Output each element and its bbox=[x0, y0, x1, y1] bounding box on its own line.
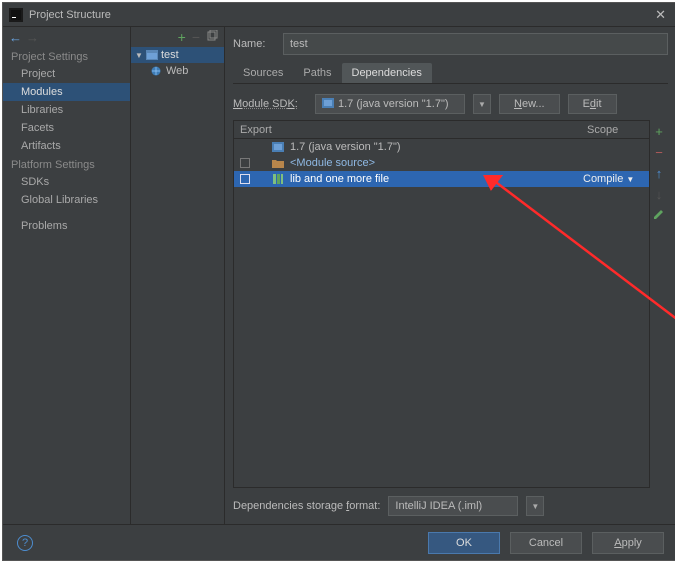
module-sdk-label: Module SDK: bbox=[233, 98, 307, 110]
nav-modules[interactable]: Modules bbox=[3, 83, 130, 101]
col-export[interactable]: Export bbox=[234, 124, 282, 136]
nav-libraries[interactable]: Libraries bbox=[3, 101, 130, 119]
project-structure-dialog: Project Structure ✕ ← → Project Settings… bbox=[2, 2, 675, 561]
dependencies-table[interactable]: Export Scope 1.7 (java version "1.7") bbox=[233, 120, 650, 488]
storage-format-combo[interactable]: IntelliJ IDEA (.iml) bbox=[388, 496, 518, 516]
tab-sources[interactable]: Sources bbox=[233, 63, 293, 83]
tree-node-test[interactable]: ▼ test bbox=[131, 47, 224, 63]
module-tabs: Sources Paths Dependencies bbox=[233, 63, 668, 84]
move-down-icon[interactable]: ↓ bbox=[656, 187, 663, 202]
module-editor: Name: Sources Paths Dependencies Module … bbox=[225, 27, 675, 524]
apply-button[interactable]: Apply bbox=[592, 532, 664, 554]
chevron-down-icon: ▼ bbox=[626, 175, 634, 184]
nav-sdks[interactable]: SDKs bbox=[3, 173, 130, 191]
nav-back-icon[interactable]: ← bbox=[9, 30, 22, 45]
storage-format-dropdown[interactable]: ▼ bbox=[526, 496, 544, 516]
app-logo-icon bbox=[9, 8, 23, 22]
sdk-dropdown-button[interactable]: ▼ bbox=[473, 94, 491, 114]
copy-module-icon[interactable] bbox=[206, 30, 218, 45]
module-sdk-value: 1.7 (java version "1.7") bbox=[338, 98, 449, 110]
nav-forward-icon[interactable]: → bbox=[26, 30, 39, 45]
move-up-icon[interactable]: ↑ bbox=[656, 166, 663, 181]
section-project-settings: Project Settings bbox=[3, 47, 130, 65]
dependencies-table-wrap: Export Scope 1.7 (java version "1.7") bbox=[233, 120, 668, 488]
help-icon[interactable]: ? bbox=[17, 535, 33, 551]
tree-node-label: test bbox=[161, 49, 179, 61]
table-row[interactable]: 1.7 (java version "1.7") bbox=[234, 139, 649, 155]
web-facet-icon bbox=[151, 66, 163, 76]
window-title: Project Structure bbox=[29, 9, 651, 21]
sdk-edit-button[interactable]: Edit bbox=[568, 94, 617, 114]
col-scope[interactable]: Scope bbox=[587, 124, 649, 136]
storage-format-value: IntelliJ IDEA (.iml) bbox=[395, 500, 482, 512]
nav-artifacts[interactable]: Artifacts bbox=[3, 137, 130, 155]
dialog-footer: ? OK Cancel Apply bbox=[3, 524, 675, 560]
sdk-row: Module SDK: 1.7 (java version "1.7") ▼ N… bbox=[233, 94, 668, 114]
scope-combo[interactable]: Compile ▼ bbox=[583, 173, 649, 185]
module-tree[interactable]: ▼ test Web bbox=[131, 47, 224, 79]
sdk-new-button[interactable]: New... bbox=[499, 94, 560, 114]
close-icon[interactable]: ✕ bbox=[651, 7, 670, 23]
expand-icon[interactable]: ▼ bbox=[135, 51, 143, 60]
module-icon bbox=[146, 50, 158, 60]
table-row[interactable]: lib and one more file Compile ▼ bbox=[234, 171, 649, 187]
table-row[interactable]: <Module source> bbox=[234, 155, 649, 171]
tab-paths[interactable]: Paths bbox=[293, 63, 341, 83]
remove-dependency-icon[interactable]: − bbox=[655, 145, 663, 160]
remove-module-icon[interactable]: − bbox=[192, 29, 200, 45]
dep-toolbar: + − ↑ ↓ bbox=[650, 120, 668, 488]
ok-button[interactable]: OK bbox=[428, 532, 500, 554]
left-nav: ← → Project Settings Project Modules Lib… bbox=[3, 27, 131, 524]
dialog-body: ← → Project Settings Project Modules Lib… bbox=[3, 27, 675, 524]
titlebar[interactable]: Project Structure ✕ bbox=[3, 3, 675, 27]
nav-history-toolbar: ← → bbox=[3, 27, 130, 47]
name-label: Name: bbox=[233, 38, 273, 50]
cancel-button[interactable]: Cancel bbox=[510, 532, 582, 554]
tree-node-label: Web bbox=[166, 65, 188, 77]
nav-global-libraries[interactable]: Global Libraries bbox=[3, 191, 130, 209]
jdk-icon bbox=[322, 98, 334, 111]
tab-dependencies[interactable]: Dependencies bbox=[342, 63, 432, 83]
export-checkbox[interactable] bbox=[240, 158, 250, 168]
module-name-input[interactable] bbox=[283, 33, 668, 55]
storage-format-row: Dependencies storage format: IntelliJ ID… bbox=[233, 488, 668, 520]
storage-format-label: Dependencies storage format: bbox=[233, 500, 380, 512]
module-toolbar: + − bbox=[131, 27, 224, 47]
edit-dependency-icon[interactable] bbox=[653, 208, 665, 223]
annotation-arrow bbox=[483, 175, 650, 325]
nav-problems[interactable]: Problems bbox=[3, 217, 130, 235]
row-label: lib and one more file bbox=[290, 173, 389, 185]
row-label: <Module source> bbox=[290, 157, 375, 169]
table-header: Export Scope bbox=[234, 121, 649, 139]
nav-project[interactable]: Project bbox=[3, 65, 130, 83]
add-dependency-icon[interactable]: + bbox=[655, 124, 663, 139]
library-icon bbox=[272, 173, 284, 185]
row-label: 1.7 (java version "1.7") bbox=[290, 141, 401, 153]
add-module-icon[interactable]: + bbox=[178, 29, 186, 45]
section-platform-settings: Platform Settings bbox=[3, 155, 130, 173]
nav-facets[interactable]: Facets bbox=[3, 119, 130, 137]
jdk-icon bbox=[272, 141, 284, 153]
tree-node-web[interactable]: Web bbox=[131, 63, 224, 79]
folder-icon bbox=[272, 157, 284, 169]
module-sdk-combo[interactable]: 1.7 (java version "1.7") bbox=[315, 94, 465, 114]
name-row: Name: bbox=[233, 33, 668, 55]
export-checkbox[interactable] bbox=[240, 174, 250, 184]
module-tree-panel: + − ▼ test Web bbox=[131, 27, 225, 524]
